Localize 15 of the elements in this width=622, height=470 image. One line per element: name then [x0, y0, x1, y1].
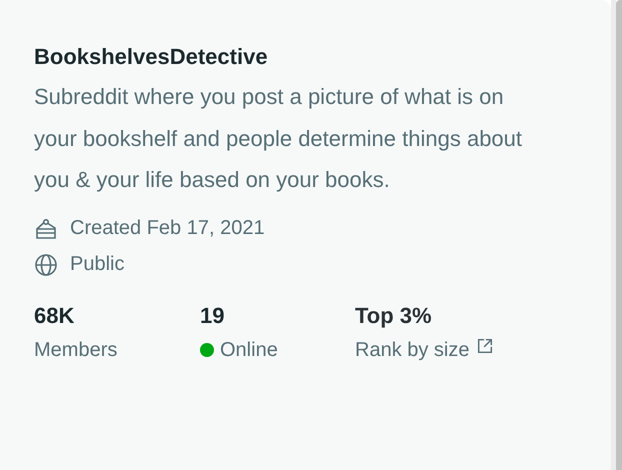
external-link-icon: [476, 337, 494, 355]
cake-icon: [34, 216, 58, 240]
stat-value: 68K: [34, 302, 76, 328]
stat-label: Members: [34, 338, 118, 362]
globe-icon: [34, 252, 58, 276]
stat-value: 19: [200, 302, 226, 328]
visibility-label: Public: [70, 253, 124, 276]
stat-label[interactable]: Rank by size: [355, 338, 470, 362]
scrollbar[interactable]: [616, 0, 622, 470]
online-status-dot: [200, 343, 214, 357]
community-name: BookshelvesDetective: [34, 44, 269, 70]
stat-value: Top 3%: [355, 302, 433, 328]
created-date: Created Feb 17, 2021: [70, 217, 265, 240]
community-description: Subreddit where you post a picture of what is on your bookshelf and people determine things about you & your life based on your books.: [34, 83, 524, 194]
stat-label: Online: [220, 338, 278, 362]
